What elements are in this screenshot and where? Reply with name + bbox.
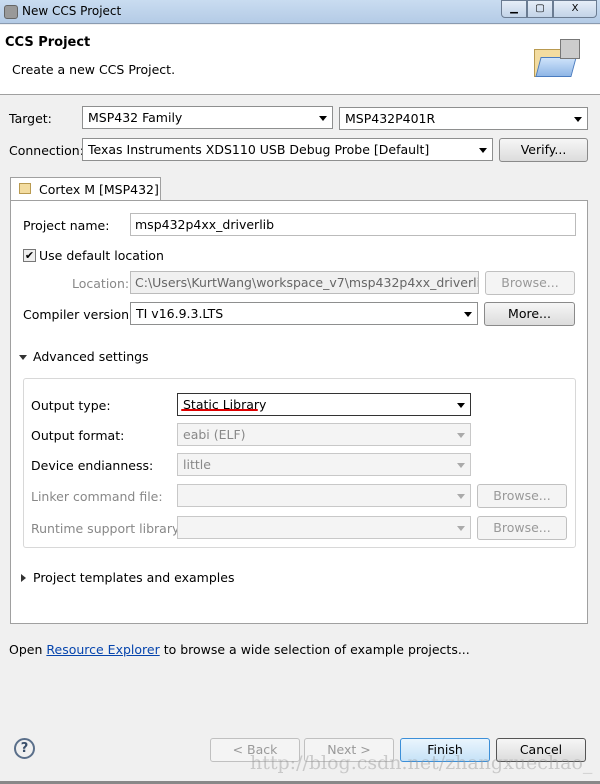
expand-right-icon[interactable] <box>21 574 26 582</box>
target-label: Target: <box>9 111 52 126</box>
output-format-combo[interactable]: eabi (ELF) <box>177 423 471 446</box>
target-device-value: MSP432P401R <box>345 111 436 126</box>
project-name-input[interactable]: msp432p4xx_driverlib <box>130 213 576 236</box>
more-button[interactable]: More... <box>484 302 575 326</box>
target-family-value: MSP432 Family <box>88 110 183 125</box>
use-default-location-checkbox[interactable]: ✔ <box>23 249 36 262</box>
compiler-version-value: TI v16.9.3.LTS <box>136 306 224 321</box>
linker-browse-button[interactable]: Browse... <box>477 484 567 508</box>
page-title: CCS Project <box>5 35 91 50</box>
compiler-version-combo[interactable]: TI v16.9.3.LTS <box>130 302 478 325</box>
maximize-button[interactable]: ▢ <box>527 0 553 18</box>
device-endianness-value: little <box>183 457 211 472</box>
title-bar: New CCS Project ▁ ▢ X <box>0 0 600 24</box>
chevron-down-icon <box>457 463 465 468</box>
location-input[interactable]: C:\Users\KurtWang\workspace_v7\msp432p4x… <box>130 271 479 294</box>
connection-combo[interactable]: Texas Instruments XDS110 USB Debug Probe… <box>82 138 493 161</box>
hint-suffix: to browse a wide selection of example pr… <box>159 642 470 657</box>
use-default-location-label: Use default location <box>39 248 164 263</box>
tab-cortex-m[interactable]: Cortex M [MSP432] <box>10 177 161 201</box>
app-icon <box>4 5 18 19</box>
location-label: Location: <box>72 276 130 291</box>
project-templates-toggle[interactable]: Project templates and examples <box>33 570 234 585</box>
page-subtitle: Create a new CCS Project. <box>12 62 176 77</box>
resource-explorer-link[interactable]: Resource Explorer <box>46 642 159 657</box>
folder-icon <box>19 183 31 194</box>
runtime-browse-button[interactable]: Browse... <box>477 516 567 540</box>
output-format-label: Output format: <box>31 428 125 443</box>
resource-explorer-hint: Open Resource Explorer to browse a wide … <box>9 642 470 657</box>
chevron-down-icon <box>457 494 465 499</box>
project-name-label: Project name: <box>23 218 110 233</box>
wizard-header: CCS Project Create a new CCS Project. <box>0 25 600 95</box>
compiler-version-label: Compiler version: <box>23 307 134 322</box>
target-device-combo[interactable]: MSP432P401R <box>339 107 588 130</box>
output-type-combo[interactable]: Static Library <box>177 393 471 416</box>
target-family-combo[interactable]: MSP432 Family <box>82 106 333 129</box>
chevron-down-icon <box>319 116 327 121</box>
red-underline-annotation <box>181 409 258 411</box>
folder-cube-icon <box>532 39 580 77</box>
expand-down-icon[interactable] <box>19 355 27 360</box>
device-endianness-label: Device endianness: <box>31 458 154 473</box>
linker-command-file-combo[interactable] <box>177 484 471 507</box>
chevron-down-icon <box>574 117 582 122</box>
close-button[interactable]: X <box>553 0 597 18</box>
chevron-down-icon <box>457 526 465 531</box>
connection-value: Texas Instruments XDS110 USB Debug Probe… <box>88 142 430 157</box>
chevron-down-icon <box>457 403 465 408</box>
verify-button[interactable]: Verify... <box>499 138 588 162</box>
linker-command-file-label: Linker command file: <box>31 489 163 504</box>
chevron-down-icon <box>464 312 472 317</box>
help-icon[interactable]: ? <box>14 738 35 759</box>
hint-prefix: Open <box>9 642 47 657</box>
device-endianness-combo[interactable]: little <box>177 453 471 476</box>
minimize-button[interactable]: ▁ <box>501 0 527 18</box>
chevron-down-icon <box>479 148 487 153</box>
location-browse-button[interactable]: Browse... <box>485 271 575 295</box>
connection-label: Connection: <box>9 143 84 158</box>
chevron-down-icon <box>457 433 465 438</box>
runtime-support-library-label: Runtime support library: <box>31 521 183 536</box>
advanced-settings-toggle[interactable]: Advanced settings <box>33 349 149 364</box>
runtime-support-library-combo[interactable] <box>177 516 471 539</box>
window-title: New CCS Project <box>22 4 122 18</box>
output-format-value: eabi (ELF) <box>183 427 246 442</box>
watermark: http://blog.csdn.net/zhangxuechao_ <box>250 752 593 774</box>
tab-label: Cortex M [MSP432] <box>39 182 159 197</box>
output-type-label: Output type: <box>31 398 111 413</box>
